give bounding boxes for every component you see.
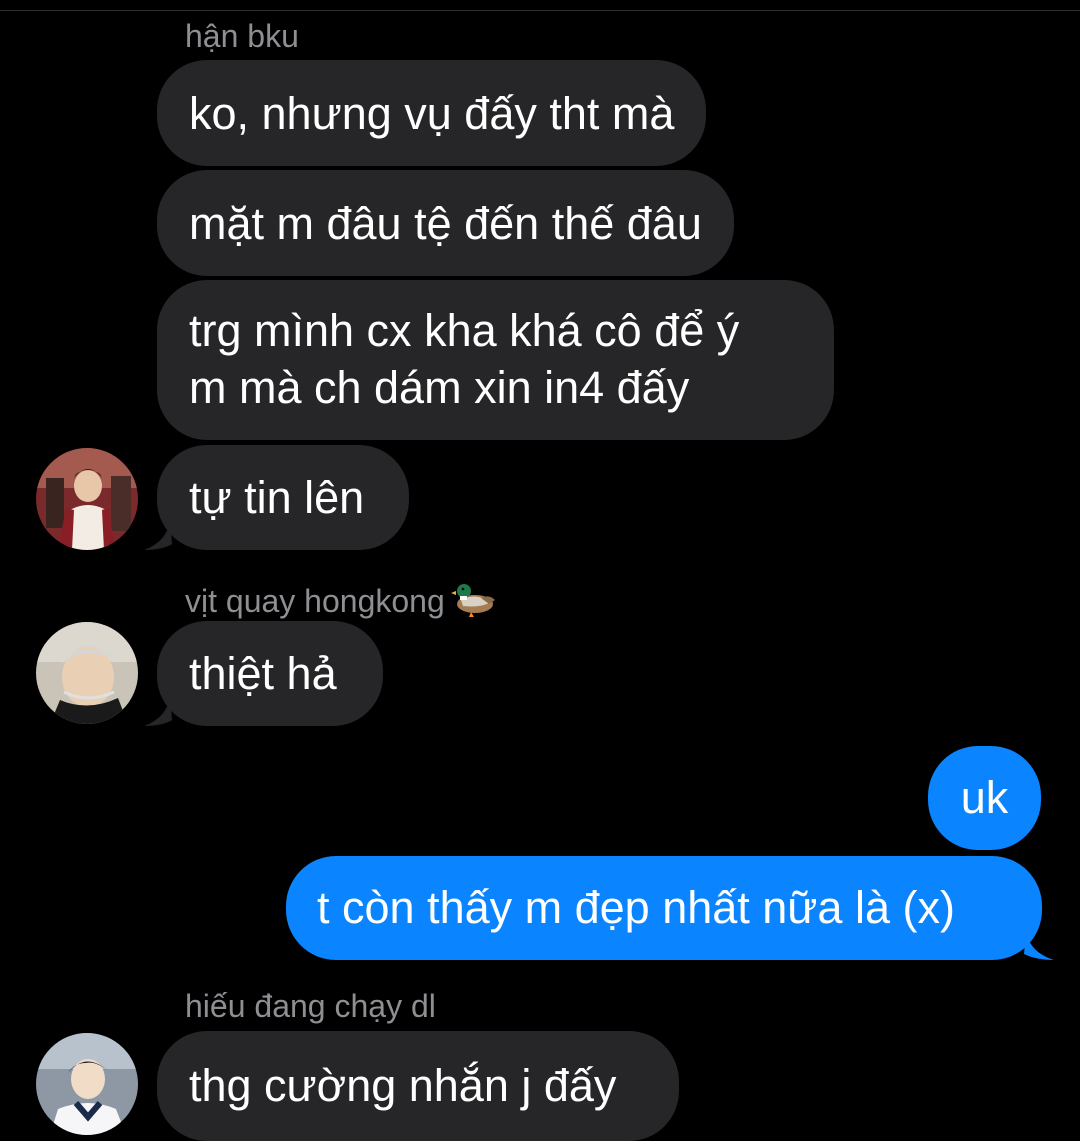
message-text: thg cường nhắn j đấy [189,1060,617,1111]
message-bubble[interactable]: trg mình cx kha khá cô để ý m mà ch dám … [157,280,834,440]
message-bubble[interactable]: ko, nhưng vụ đấy tht mà [157,60,707,166]
message-text: thiệt hả [189,648,337,699]
message-text: t còn thấy m đẹp nhất nữa là (x) [317,882,955,933]
sender-name: hận bku [185,18,299,54]
bubble-tail [144,520,172,550]
message-text: tự tin lên [189,472,365,523]
avatar[interactable] [36,1033,138,1135]
message-bubble[interactable]: mặt m đâu tệ đến thế đâu [157,170,734,276]
message-text: uk [960,772,1009,823]
duck-emoji-icon [450,584,495,617]
message-text: ko, nhưng vụ đấy tht mà [189,88,675,139]
message-text: mặt m đâu tệ đến thế đâu [189,198,702,249]
message-bubble[interactable]: thg cường nhắn j đấy [157,1031,679,1141]
avatar[interactable] [36,448,138,550]
avatar[interactable] [36,622,138,724]
message-bubble[interactable]: thiệt hả [157,621,383,726]
avatar-photo [36,622,138,724]
message-bubble[interactable]: tự tin lên [157,445,409,550]
sender-name-text: vịt quay hongkong [185,583,445,619]
sender-name: hiếu đang chạy dl [185,988,436,1024]
message-text: m mà ch dám xin in4 đấy [189,362,690,413]
message-text: trg mình cx kha khá cô để ý [189,305,740,356]
bubble-tail [1024,930,1054,960]
bubble-tail [144,696,172,726]
avatar-photo [36,1033,138,1135]
top-divider [0,10,1080,11]
message-bubble[interactable]: t còn thấy m đẹp nhất nữa là (x) [286,856,1042,960]
message-bubble[interactable]: uk [928,746,1041,850]
avatar-photo [36,448,138,550]
sender-name: vịt quay hongkong [185,578,497,620]
